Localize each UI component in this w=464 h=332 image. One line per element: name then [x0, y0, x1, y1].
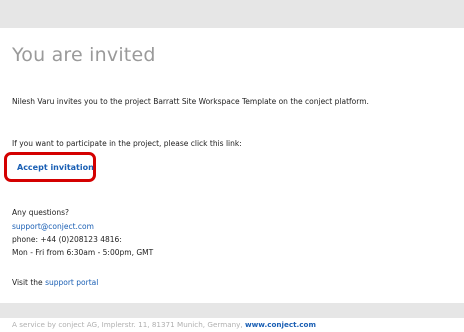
conject-website-link[interactable]: www.conject.com: [245, 320, 316, 329]
phone-text: phone: +44 (0)208123 4816:: [12, 235, 122, 244]
accept-highlight-box: Accept invitation: [4, 152, 96, 182]
footer-band: [0, 303, 464, 318]
invite-text: Nilesh Varu invites you to the project B…: [12, 97, 369, 106]
footer-text: A service by conject AG, Implerstr. 11, …: [12, 320, 316, 329]
support-portal-link[interactable]: support portal: [45, 278, 98, 287]
visit-prefix: Visit the: [12, 278, 43, 287]
support-email-link[interactable]: support@conject.com: [12, 222, 94, 231]
visit-support-line: Visit the support portal: [12, 278, 98, 287]
questions-label: Any questions?: [12, 208, 69, 217]
header-band: [0, 0, 464, 28]
page-title: You are invited: [12, 44, 156, 66]
hours-text: Mon - Fri from 6:30am - 5:00pm, GMT: [12, 248, 154, 257]
footer-address: A service by conject AG, Implerstr. 11, …: [12, 320, 243, 329]
participate-text: If you want to participate in the projec…: [12, 139, 242, 148]
email-body: You are invited Nilesh Varu invites you …: [0, 28, 464, 303]
accept-invitation-link[interactable]: Accept invitation: [17, 163, 94, 172]
